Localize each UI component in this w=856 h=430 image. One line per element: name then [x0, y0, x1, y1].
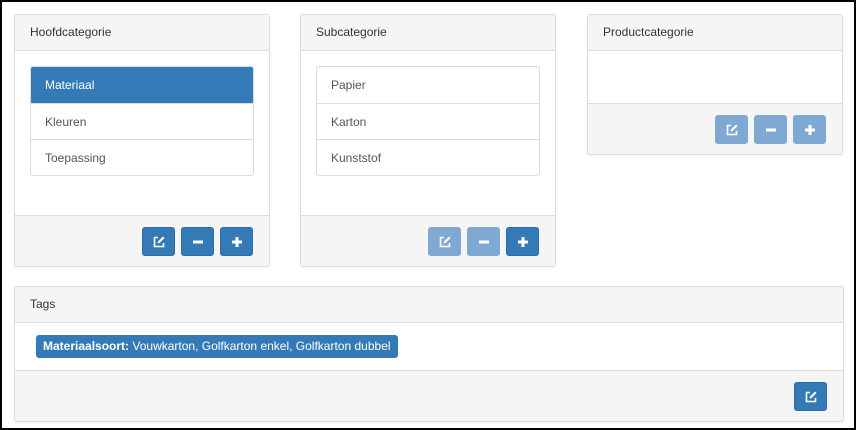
list-item-kunststof[interactable]: Kunststof	[317, 139, 539, 175]
subcategorie-footer	[301, 215, 555, 266]
hoofdcategorie-list: Materiaal Kleuren Toepassing	[30, 66, 254, 176]
hoofdcategorie-footer	[15, 215, 269, 266]
subcategorie-remove-button[interactable]	[467, 227, 500, 256]
hoofdcategorie-title: Hoofdcategorie	[15, 15, 269, 51]
productcategorie-remove-button[interactable]	[754, 115, 787, 144]
subcategorie-add-button[interactable]	[506, 227, 539, 256]
edit-icon	[805, 391, 816, 402]
minus-icon	[478, 240, 489, 243]
list-item-toepassing[interactable]: Toepassing	[31, 139, 253, 175]
list-item-kleuren[interactable]: Kleuren	[31, 103, 253, 139]
hoofdcategorie-edit-button[interactable]	[142, 227, 175, 256]
plus-icon	[804, 124, 815, 135]
tag-name: Materiaalsoort:	[43, 339, 130, 353]
minus-icon	[192, 240, 203, 243]
list-item-materiaal[interactable]: Materiaal	[31, 67, 253, 103]
tag-values: Vouwkarton, Golfkarton enkel, Golfkarton…	[132, 339, 391, 353]
minus-icon	[765, 128, 776, 131]
tags-body: Materiaalsoort: Vouwkarton, Golfkarton e…	[15, 323, 843, 372]
plus-icon	[517, 236, 528, 247]
hoofdcategorie-add-button[interactable]	[220, 227, 253, 256]
hoofdcategorie-panel: Hoofdcategorie Materiaal Kleuren Toepass…	[14, 14, 270, 267]
edit-icon	[726, 124, 737, 135]
tags-footer	[15, 370, 843, 421]
tags-edit-button[interactable]	[794, 382, 827, 411]
productcategorie-add-button[interactable]	[793, 115, 826, 144]
productcategorie-title: Productcategorie	[588, 15, 842, 51]
tags-panel: Tags Materiaalsoort: Vouwkarton, Golfkar…	[14, 286, 844, 422]
hoofdcategorie-remove-button[interactable]	[181, 227, 214, 256]
tags-title: Tags	[15, 287, 843, 323]
list-item-karton[interactable]: Karton	[317, 103, 539, 139]
edit-icon	[153, 236, 164, 247]
subcategorie-list: Papier Karton Kunststof	[316, 66, 540, 176]
plus-icon	[231, 236, 242, 247]
subcategorie-edit-button[interactable]	[428, 227, 461, 256]
subcategorie-panel: Subcategorie Papier Karton Kunststof	[300, 14, 556, 267]
productcategorie-footer	[588, 103, 842, 154]
subcategorie-title: Subcategorie	[301, 15, 555, 51]
edit-icon	[439, 236, 450, 247]
productcategorie-panel: Productcategorie	[587, 14, 843, 155]
productcategorie-edit-button[interactable]	[715, 115, 748, 144]
tag-badge[interactable]: Materiaalsoort: Vouwkarton, Golfkarton e…	[36, 335, 398, 358]
list-item-papier[interactable]: Papier	[317, 67, 539, 103]
